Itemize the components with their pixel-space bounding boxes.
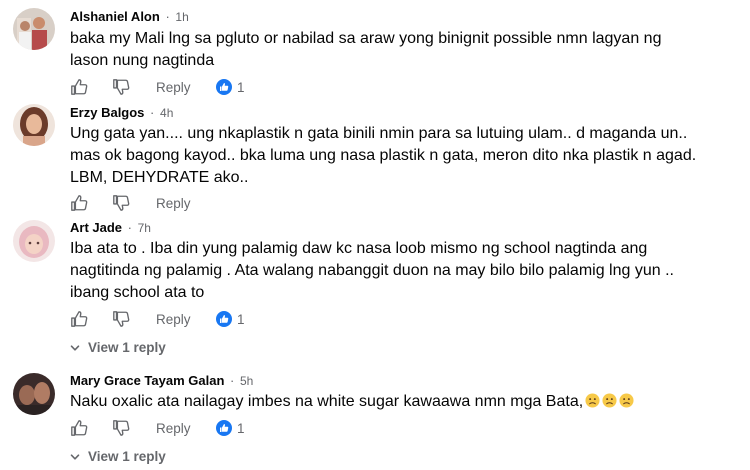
reaction-count: 1: [237, 420, 245, 436]
reaction-summary[interactable]: 1: [216, 77, 245, 97]
comment-line: Naku oxalic ata nailagay imbes na white …: [70, 391, 735, 413]
comment-line: nagtitinda ng palamig . Ata walang naban…: [70, 262, 674, 279]
sad-emoji-icon: [585, 393, 600, 408]
chevron-down-icon: [70, 344, 80, 351]
view-replies-link[interactable]: View 1 reply: [70, 449, 166, 464]
comment-line: lason nung nagtinda: [70, 52, 215, 69]
comment-line-text: Naku oxalic ata nailagay imbes na white …: [70, 393, 584, 410]
sad-emoji-icon: [619, 393, 634, 408]
like-button[interactable]: [70, 193, 88, 213]
reply-button[interactable]: Reply: [156, 309, 191, 329]
like-button[interactable]: [70, 309, 88, 329]
reaction-count: 1: [237, 79, 245, 95]
separator-dot: ·: [230, 373, 235, 388]
comment-line: LBM, DEHYDRATE ako..: [70, 169, 249, 186]
comment-line: Ung gata yan.... ung nkaplastik n gata b…: [70, 125, 688, 142]
comment-line: Iba ata to . Iba din yung palamig daw kc…: [70, 240, 648, 257]
view-replies-label: View 1 reply: [88, 340, 166, 355]
timestamp[interactable]: 4h: [160, 106, 173, 120]
timestamp[interactable]: 7h: [138, 221, 151, 235]
dislike-icon: [113, 420, 130, 436]
dislike-button[interactable]: [112, 77, 130, 97]
comment-text: Ung gata yan.... ung nkaplastik n gata b…: [70, 123, 735, 189]
chevron-down-icon: [70, 453, 80, 460]
separator-dot: ·: [127, 220, 132, 235]
separator-dot: ·: [150, 105, 155, 120]
dislike-button[interactable]: [112, 309, 130, 329]
avatar[interactable]: [13, 104, 55, 146]
author-name[interactable]: Mary Grace Tayam Galan: [70, 373, 224, 388]
comment-header: Art Jade · 7h: [70, 220, 151, 235]
like-button[interactable]: [70, 418, 88, 438]
avatar[interactable]: [13, 8, 55, 50]
comment-line: mas ok bagong kayod.. bka luma ung nasa …: [70, 147, 697, 164]
timestamp[interactable]: 5h: [240, 374, 253, 388]
dislike-button[interactable]: [112, 418, 130, 438]
reaction-count: 1: [237, 311, 245, 327]
avatar[interactable]: [13, 373, 55, 415]
dislike-button[interactable]: [112, 193, 130, 213]
comment-line: baka my Mali lng sa pgluto or nabilad sa…: [70, 30, 662, 47]
comment-text: Iba ata to . Iba din yung palamig daw kc…: [70, 238, 735, 304]
author-name[interactable]: Erzy Balgos: [70, 105, 144, 120]
comment-text: baka my Mali lng sa pgluto or nabilad sa…: [70, 28, 735, 72]
reply-button[interactable]: Reply: [156, 193, 191, 213]
author-name[interactable]: Alshaniel Alon: [70, 9, 160, 24]
reply-button[interactable]: Reply: [156, 418, 191, 438]
like-reaction-icon: [216, 311, 232, 327]
sad-emoji-icon: [602, 393, 617, 408]
dislike-icon: [113, 79, 130, 95]
timestamp[interactable]: 1h: [175, 10, 188, 24]
like-reaction-icon: [216, 79, 232, 95]
separator-dot: ·: [165, 9, 170, 24]
like-icon: [71, 311, 88, 327]
view-replies-link[interactable]: View 1 reply: [70, 340, 166, 355]
dislike-icon: [113, 311, 130, 327]
comment-header: Alshaniel Alon · 1h: [70, 9, 189, 24]
dislike-icon: [113, 195, 130, 211]
comment-header: Mary Grace Tayam Galan · 5h: [70, 373, 253, 388]
comment-text: Naku oxalic ata nailagay imbes na white …: [70, 391, 735, 413]
view-replies-label: View 1 reply: [88, 449, 166, 464]
avatar[interactable]: [13, 220, 55, 262]
like-reaction-icon: [216, 420, 232, 436]
reaction-summary[interactable]: 1: [216, 418, 245, 438]
like-icon: [71, 195, 88, 211]
author-name[interactable]: Art Jade: [70, 220, 122, 235]
reaction-summary[interactable]: 1: [216, 309, 245, 329]
like-button[interactable]: [70, 77, 88, 97]
reply-button[interactable]: Reply: [156, 77, 191, 97]
like-icon: [71, 79, 88, 95]
like-icon: [71, 420, 88, 436]
comment-line: ibang school ata to: [70, 284, 205, 301]
comment-header: Erzy Balgos · 4h: [70, 105, 173, 120]
